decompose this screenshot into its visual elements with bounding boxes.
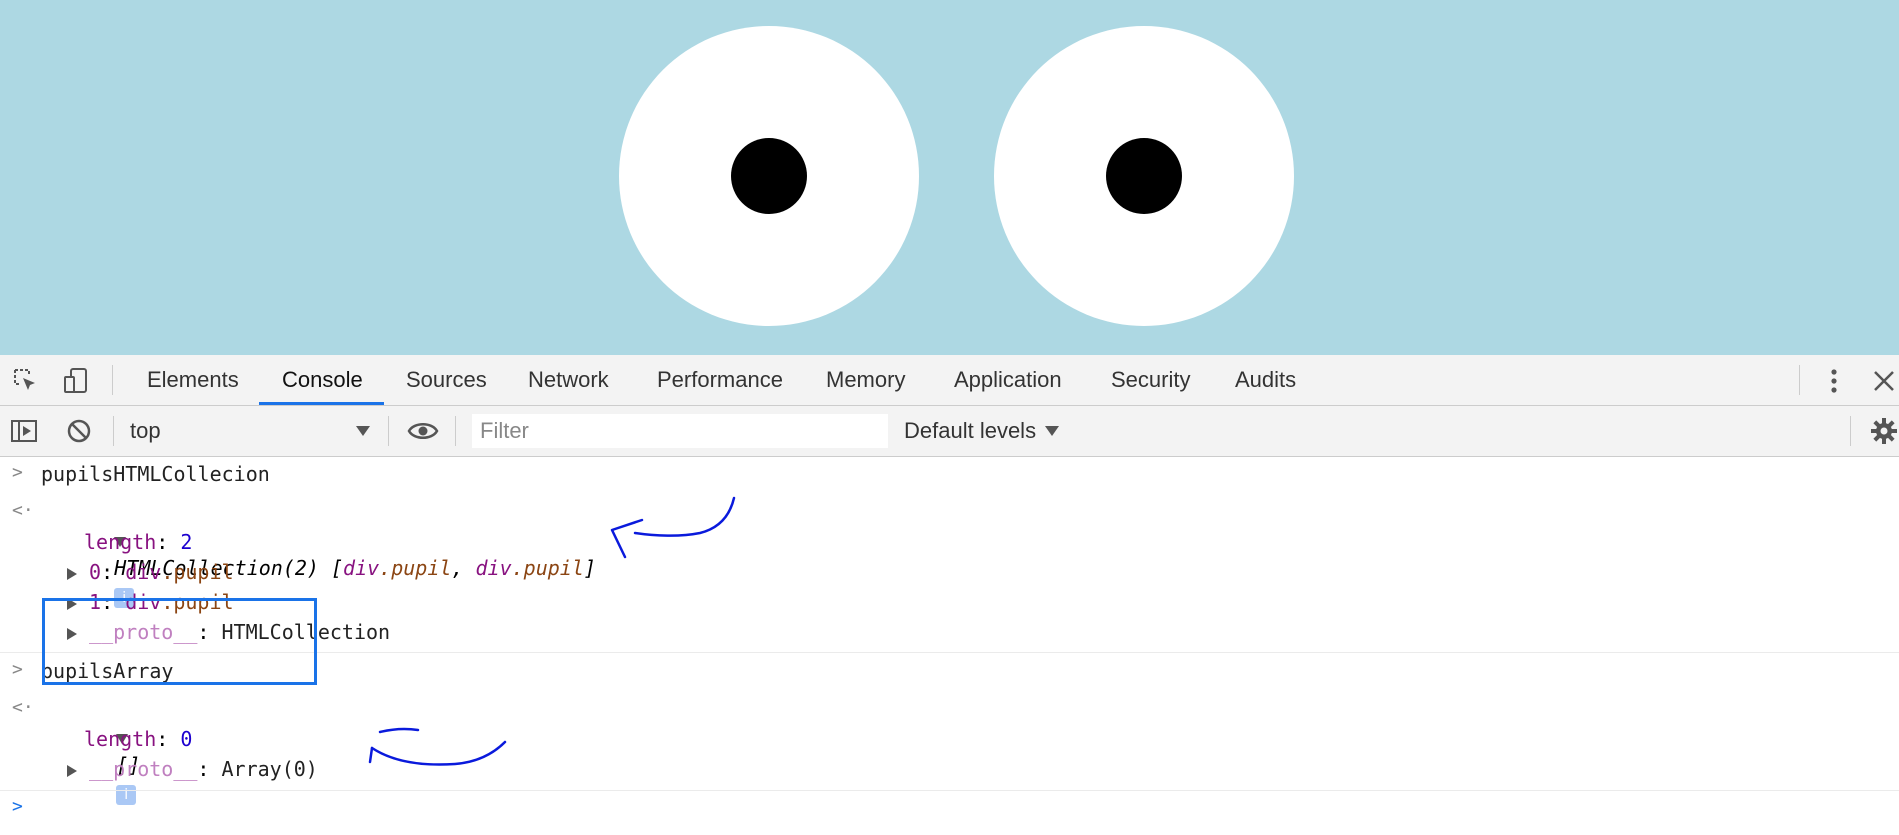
console-toolbar: top Default levels xyxy=(0,406,1899,457)
device-toolbar-icon[interactable] xyxy=(62,367,90,395)
clear-console-icon[interactable] xyxy=(65,417,93,445)
message-divider xyxy=(0,790,1899,791)
tab-security[interactable]: Security xyxy=(1111,355,1190,405)
toolbar-divider xyxy=(455,416,456,446)
console-filter-input[interactable] xyxy=(472,414,888,448)
result-arrow-icon: <· xyxy=(12,500,34,521)
more-menu-icon[interactable] xyxy=(1820,367,1848,395)
toolbar-divider xyxy=(1850,416,1851,446)
toolbar-divider xyxy=(112,365,113,395)
page-viewport xyxy=(0,0,1899,355)
tab-audits[interactable]: Audits xyxy=(1235,355,1296,405)
devtools-panel: Elements Console Sources Network Perform… xyxy=(0,355,1899,817)
sidebar-toggle-icon[interactable] xyxy=(10,417,38,445)
result-arrow-icon: <· xyxy=(12,697,34,718)
input-prompt-icon: > xyxy=(12,659,23,680)
right-pupil xyxy=(1106,138,1182,214)
left-pupil xyxy=(731,138,807,214)
inspect-element-icon[interactable] xyxy=(12,367,40,395)
devtools-tab-bar: Elements Console Sources Network Perform… xyxy=(0,355,1899,406)
left-eye xyxy=(619,26,919,326)
tab-elements[interactable]: Elements xyxy=(147,355,239,405)
tab-console[interactable]: Console xyxy=(282,355,363,405)
tab-performance[interactable]: Performance xyxy=(657,355,783,405)
active-tab-indicator xyxy=(259,402,384,405)
levels-dropdown-icon[interactable] xyxy=(1045,426,1059,436)
tab-application[interactable]: Application xyxy=(954,355,1062,405)
right-eye xyxy=(994,26,1294,326)
close-icon[interactable] xyxy=(1870,367,1898,395)
tab-memory[interactable]: Memory xyxy=(826,355,905,405)
log-levels-dropdown[interactable]: Default levels xyxy=(904,406,1036,456)
context-dropdown-icon[interactable] xyxy=(356,426,370,436)
console-result-line[interactable]: [] i xyxy=(44,695,140,805)
tab-sources[interactable]: Sources xyxy=(406,355,487,405)
console-result-line[interactable]: HTMLCollection(2) [div.pupil, div.pupil]… xyxy=(42,498,596,608)
toolbar-divider xyxy=(388,416,389,446)
input-prompt-icon: > xyxy=(12,462,23,483)
annotation-highlight-box xyxy=(42,598,317,685)
console-input-line[interactable]: pupilsHTMLCollecion xyxy=(41,460,270,488)
expand-triangle-icon[interactable] xyxy=(67,764,77,777)
tab-network[interactable]: Network xyxy=(528,355,609,405)
info-badge-icon[interactable]: i xyxy=(116,784,137,805)
console-prompt-icon[interactable]: > xyxy=(12,796,28,817)
toolbar-divider xyxy=(1799,365,1800,395)
property-row[interactable]: __proto__: Array(0) xyxy=(67,755,318,783)
toolbar-divider xyxy=(113,416,114,446)
settings-gear-icon[interactable] xyxy=(1870,417,1898,445)
property-row: length: 2 xyxy=(84,530,193,554)
context-selector[interactable]: top xyxy=(130,406,161,456)
expand-triangle-icon[interactable] xyxy=(67,567,77,580)
live-expression-eye-icon[interactable] xyxy=(407,417,439,445)
property-row: length: 0 xyxy=(84,727,193,751)
property-row[interactable]: 0: div.pupil xyxy=(67,558,234,586)
